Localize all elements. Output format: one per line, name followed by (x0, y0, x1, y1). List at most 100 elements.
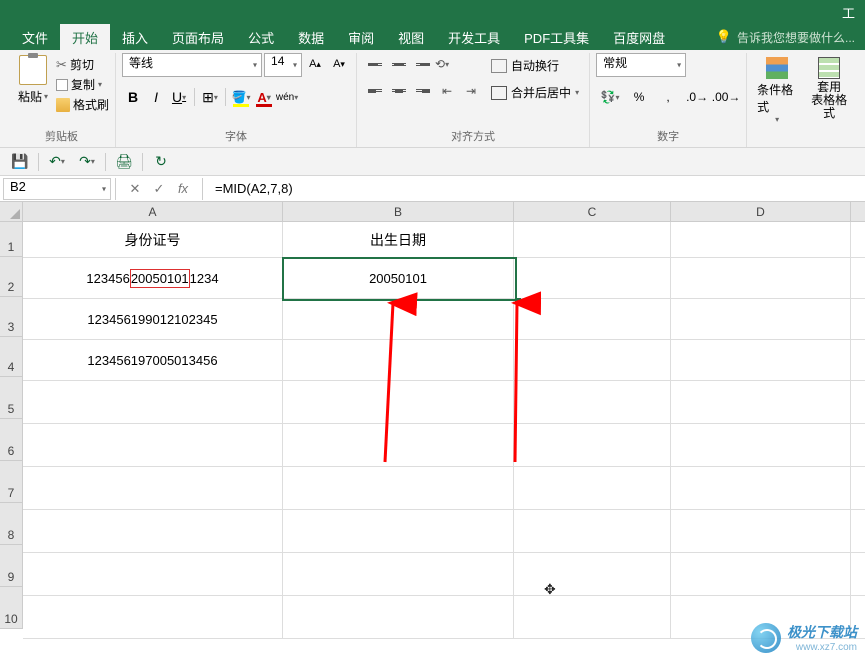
shrink-font-button[interactable]: A▾ (328, 53, 350, 75)
conditional-format-button[interactable]: 条件格式▾ (753, 53, 801, 126)
save-button[interactable]: 💾 (8, 151, 32, 173)
increase-decimal-button[interactable]: .0→ (683, 86, 711, 108)
col-header-C[interactable]: C (514, 202, 671, 221)
cell-C5[interactable] (514, 381, 671, 423)
tab-data[interactable]: 数据 (286, 24, 336, 50)
font-size-select[interactable]: 14▾ (264, 53, 302, 77)
cell-C1[interactable] (514, 222, 671, 257)
cell-D4[interactable] (671, 340, 851, 380)
cell-C8[interactable] (514, 510, 671, 552)
cell-B3[interactable] (283, 299, 514, 339)
number-format-select[interactable]: 常规▾ (596, 53, 686, 77)
tab-page-layout[interactable]: 页面布局 (160, 24, 236, 50)
italic-button[interactable]: I (145, 86, 167, 108)
col-header-D[interactable]: D (671, 202, 851, 221)
cell-C3[interactable] (514, 299, 671, 339)
name-box[interactable]: B2▾ (3, 178, 111, 200)
comma-button[interactable]: , (654, 86, 682, 108)
cell-B4[interactable] (283, 340, 514, 380)
cut-button[interactable]: ✂剪切 (56, 56, 109, 73)
format-painter-button[interactable]: 格式刷 (56, 96, 109, 113)
format-as-table-button[interactable]: 套用 表格格式 (805, 53, 853, 123)
cell-B7[interactable] (283, 467, 514, 509)
cell-B6[interactable] (283, 424, 514, 466)
phonetic-button[interactable]: wén▾ (276, 86, 298, 108)
copy-button[interactable]: 复制▾ (56, 76, 109, 93)
fill-color-button[interactable]: 🪣▾ (230, 86, 252, 108)
tab-home[interactable]: 开始 (60, 24, 110, 50)
fill-handle[interactable] (515, 298, 521, 304)
cell-D7[interactable] (671, 467, 851, 509)
tab-developer[interactable]: 开发工具 (436, 24, 512, 50)
cell-D5[interactable] (671, 381, 851, 423)
bold-button[interactable]: B (122, 86, 144, 108)
cell-C2[interactable] (514, 258, 671, 298)
accounting-format-button[interactable]: 💱▾ (596, 86, 624, 108)
fx-button[interactable]: fx (172, 178, 194, 200)
tell-me-box[interactable]: 💡 告诉我您想要做什么... (706, 24, 865, 50)
row-header-1[interactable]: 1 (0, 222, 22, 257)
cell-C6[interactable] (514, 424, 671, 466)
tab-pdf[interactable]: PDF工具集 (512, 24, 601, 50)
tab-baidu[interactable]: 百度网盘 (601, 24, 677, 50)
tab-view[interactable]: 视图 (386, 24, 436, 50)
cell-A4[interactable]: 123456197005013456 (23, 340, 283, 380)
cell-D9[interactable] (671, 553, 851, 595)
cell-B1[interactable]: 出生日期 (283, 222, 514, 257)
cell-B9[interactable] (283, 553, 514, 595)
row-header-10[interactable]: 10 (0, 587, 22, 629)
align-left-button[interactable] (363, 80, 387, 102)
merge-center-button[interactable]: 合并后居中▾ (487, 82, 583, 103)
decrease-decimal-button[interactable]: .00→ (712, 86, 740, 108)
border-button[interactable]: ▾ (199, 86, 221, 108)
select-all-corner[interactable] (0, 202, 23, 222)
cell-D2[interactable] (671, 258, 851, 298)
cell-B2[interactable]: 20050101 (283, 258, 514, 298)
cell-A10[interactable] (23, 596, 283, 638)
align-bottom-button[interactable] (411, 53, 435, 75)
row-header-3[interactable]: 3 (0, 297, 22, 337)
increase-indent-button[interactable]: ⇥ (459, 80, 483, 102)
accept-formula-button[interactable]: ✓ (148, 178, 170, 200)
cell-D6[interactable] (671, 424, 851, 466)
tab-formulas[interactable]: 公式 (236, 24, 286, 50)
cell-A5[interactable] (23, 381, 283, 423)
row-header-7[interactable]: 7 (0, 461, 22, 503)
redo-button[interactable]: ↷▾ (75, 151, 99, 173)
align-right-button[interactable] (411, 80, 435, 102)
cell-D3[interactable] (671, 299, 851, 339)
cell-D1[interactable] (671, 222, 851, 257)
formula-input[interactable]: =MID(A2,7,8) (207, 181, 865, 196)
row-header-6[interactable]: 6 (0, 419, 22, 461)
cell-C4[interactable] (514, 340, 671, 380)
cell-A2[interactable]: 123456200501011234 (23, 258, 283, 298)
row-header-2[interactable]: 2 (0, 257, 22, 297)
row-header-9[interactable]: 9 (0, 545, 22, 587)
tab-insert[interactable]: 插入 (110, 24, 160, 50)
cell-C9[interactable] (514, 553, 671, 595)
font-color-button[interactable]: A▾ (253, 86, 275, 108)
align-center-button[interactable] (387, 80, 411, 102)
cell-A7[interactable] (23, 467, 283, 509)
refresh-button[interactable]: ↻ (149, 151, 173, 173)
cell-B10[interactable] (283, 596, 514, 638)
orientation-button[interactable]: ⟲▾ (435, 53, 459, 75)
cell-D8[interactable] (671, 510, 851, 552)
cell-C10[interactable] (514, 596, 671, 638)
row-header-5[interactable]: 5 (0, 377, 22, 419)
col-header-B[interactable]: B (283, 202, 514, 221)
undo-button[interactable]: ↶▾ (45, 151, 69, 173)
tab-file[interactable]: 文件 (10, 24, 60, 50)
cell-B5[interactable] (283, 381, 514, 423)
cell-B8[interactable] (283, 510, 514, 552)
cell-A8[interactable] (23, 510, 283, 552)
font-name-select[interactable]: 等线▾ (122, 53, 262, 77)
tab-review[interactable]: 审阅 (336, 24, 386, 50)
paste-button[interactable]: 粘贴▾ (14, 53, 52, 107)
cell-A1[interactable]: 身份证号 (23, 222, 283, 257)
grow-font-button[interactable]: A▴ (304, 53, 326, 75)
wrap-text-button[interactable]: 自动换行 (487, 55, 583, 76)
print-preview-button[interactable]: 🖨 (112, 151, 136, 173)
cell-A9[interactable] (23, 553, 283, 595)
cell-A6[interactable] (23, 424, 283, 466)
